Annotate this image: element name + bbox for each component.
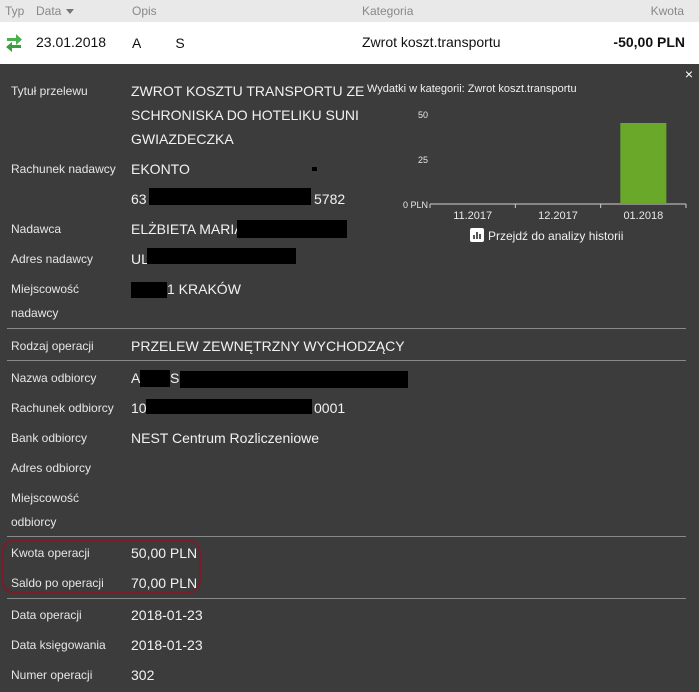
- recipient-name-label: Nazwa odbiorcy: [11, 371, 97, 385]
- bar-chart-icon: [470, 228, 484, 242]
- table-header: Typ Data Opis Kategoria Kwota: [0, 0, 699, 22]
- operation-date: 2018-01-23: [131, 607, 203, 623]
- operation-type: PRZELEW ZEWNĘTRZNY WYCHODZĄCY: [131, 338, 405, 354]
- redaction: [147, 248, 296, 264]
- recipient-account-label: Rachunek odbiorcy: [11, 401, 114, 415]
- transaction-date: 23.01.2018: [36, 34, 107, 50]
- booking-date: 2018-01-23: [131, 637, 203, 653]
- divider: [7, 360, 686, 361]
- x-tick-label: 01.2018: [623, 210, 663, 222]
- amount-value: 50,00 PLN: [131, 545, 198, 561]
- sender-account-name: EKONTO: [131, 161, 190, 177]
- recipient-address-label: Adres odbiorcy: [11, 461, 92, 475]
- divider: [7, 536, 686, 537]
- sender-name-label: Nadawca: [11, 222, 62, 236]
- recipient-name-part-a: A: [131, 370, 141, 386]
- redaction: [141, 34, 176, 48]
- transfer-icon: [5, 32, 23, 52]
- operation-number-label: Numer operacji: [11, 668, 93, 682]
- y-tick-label: 50: [418, 110, 428, 120]
- transaction-amount: -50,00 PLN: [613, 34, 685, 50]
- sender-city-label-1: Miejscowość: [11, 282, 80, 296]
- close-icon[interactable]: ×: [685, 66, 693, 82]
- x-tick-label: 11.2017: [453, 210, 492, 222]
- recipient-bank: NEST Centrum Rozliczeniowe: [131, 430, 320, 446]
- sender-address-label: Adres nadawcy: [11, 252, 94, 266]
- transaction-category: Zwrot koszt.transportu: [362, 34, 501, 50]
- bar: [620, 123, 667, 204]
- chart-title: Wydatki w kategorii: Zwrot koszt.transpo…: [367, 83, 577, 95]
- booking-date-label: Data księgowania: [11, 638, 106, 652]
- recipient-city-label-1: Miejscowość: [11, 491, 80, 505]
- operation-type-label: Rodzaj operacji: [11, 339, 94, 353]
- sender-city-label-2: nadawcy: [11, 306, 59, 320]
- redaction: [149, 188, 311, 205]
- column-header-opis[interactable]: Opis: [132, 4, 157, 18]
- title-label: Tytuł przelewu: [11, 84, 88, 98]
- y-tick-label: 25: [418, 155, 428, 165]
- sender-city: 1 KRAKÓW: [167, 281, 241, 297]
- x-tick-label: 12.2017: [538, 210, 578, 222]
- recipient-bank-label: Bank odbiorcy: [11, 431, 88, 445]
- y-tick-label: 0 PLN: [403, 200, 428, 210]
- history-analysis-label: Przejdź do analizy historii: [488, 229, 624, 243]
- balance-value: 70,00 PLN: [131, 575, 198, 591]
- column-header-kategoria[interactable]: Kategoria: [362, 4, 413, 18]
- divider: [7, 598, 686, 599]
- sender-account-suffix: 5782: [314, 191, 346, 207]
- column-header-data[interactable]: Data: [36, 4, 75, 18]
- title-line-3: GWIAZDECZKA: [131, 131, 234, 147]
- transaction-row[interactable]: 23.01.2018 AS Zwrot koszt.transportu -50…: [0, 22, 699, 86]
- recipient-account-suffix: 0001: [314, 400, 346, 416]
- column-header-data-label: Data: [36, 4, 62, 18]
- operation-date-label: Data operacji: [11, 608, 82, 622]
- divider: [7, 328, 686, 329]
- transaction-description: AS: [132, 34, 185, 51]
- redaction: [140, 370, 170, 387]
- column-header-kwota[interactable]: Kwota: [651, 4, 684, 18]
- operation-number: 302: [131, 667, 155, 683]
- description-part-a: A: [132, 35, 142, 51]
- redaction: [312, 167, 317, 171]
- recipient-city-label-2: odbiorcy: [11, 515, 57, 529]
- details-panel: × Tytuł przelewu ZWROT KOSZTU TRANSPORTU…: [0, 64, 699, 692]
- sender-account-label: Rachunek nadawcy: [11, 162, 116, 176]
- amount-label: Kwota operacji: [11, 546, 90, 560]
- description-part-b: S: [175, 35, 185, 51]
- redaction: [237, 220, 347, 238]
- recipient-name-part-b: S: [170, 370, 180, 386]
- sender-account-prefix: 63: [131, 191, 147, 207]
- title-line-2: SCHRONISKA DO HOTELIKU SUNI: [131, 107, 359, 123]
- history-analysis-link[interactable]: Przejdź do analizy historii: [470, 228, 623, 243]
- redaction: [131, 282, 167, 298]
- title-line-1: ZWROT KOSZTU TRANSPORTU ZE: [131, 83, 365, 99]
- balance-label: Saldo po operacji: [11, 576, 104, 590]
- redaction: [146, 399, 312, 414]
- column-header-typ[interactable]: Typ: [5, 4, 24, 18]
- redaction: [180, 371, 408, 388]
- category-expense-chart: 0 PLN 25 50 11.2017 12.2017 01.2018: [403, 110, 687, 222]
- recipient-account-prefix: 10: [131, 400, 147, 416]
- sort-desc-icon: [66, 9, 75, 15]
